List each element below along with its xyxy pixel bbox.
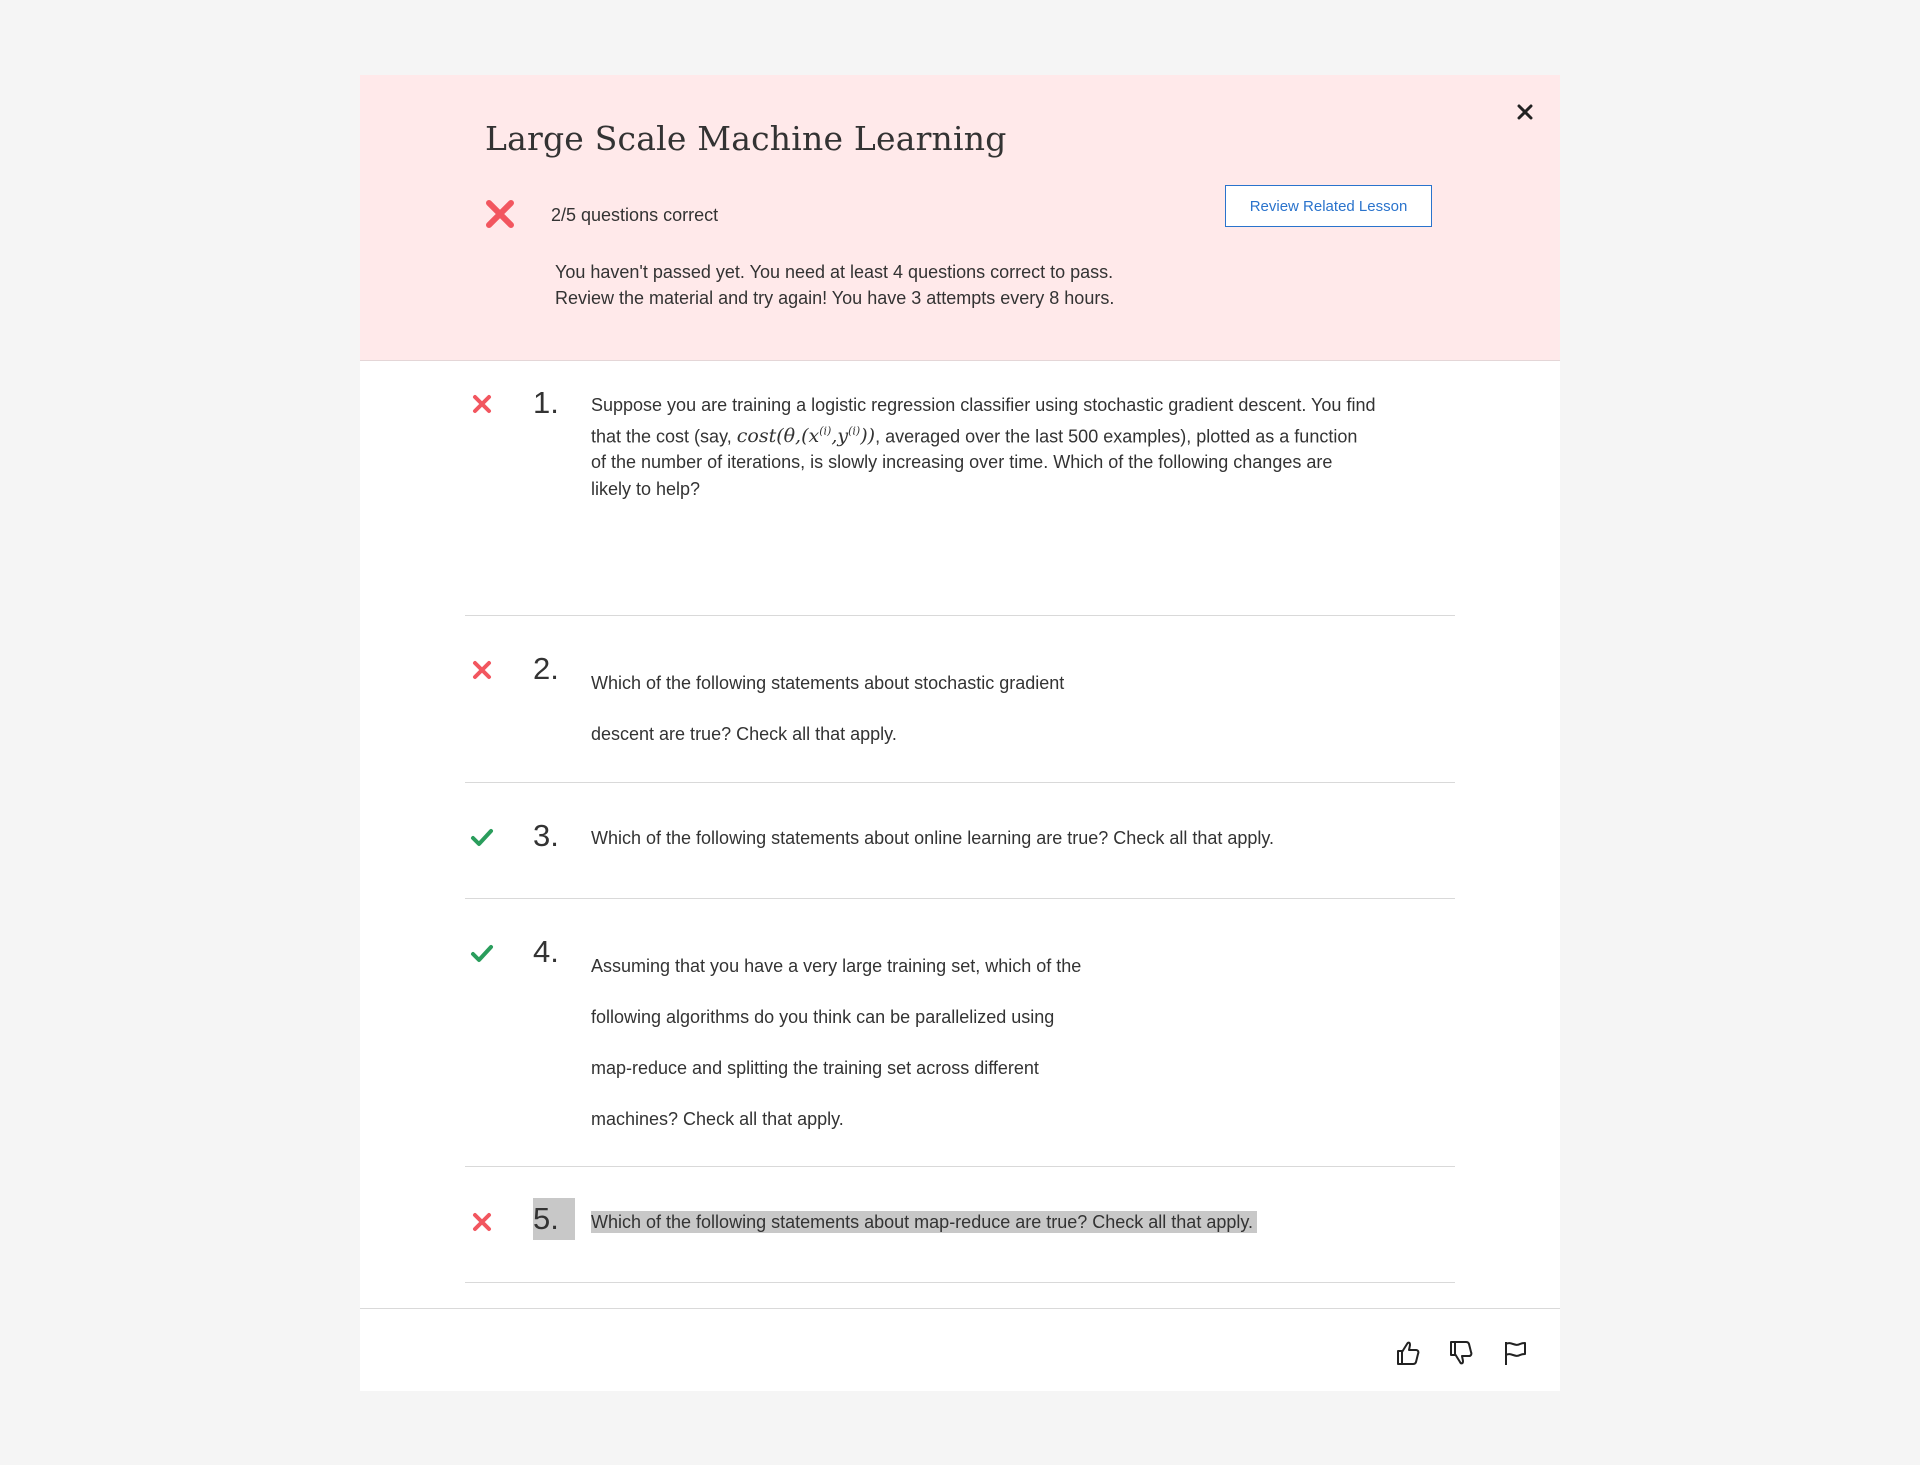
question-text-part: that the cost (say, — [591, 425, 737, 446]
question-text-line: machines? Check all that apply. — [591, 1109, 844, 1129]
question-1[interactable]: 1. Suppose you are training a logistic r… — [465, 360, 1455, 616]
question-text-line: descent are true? Check all that apply. — [591, 724, 897, 744]
question-text-line: map-reduce and splitting the training se… — [591, 1058, 1039, 1078]
question-text-line: Which of the following statements about … — [591, 1209, 1258, 1235]
question-3[interactable]: 3. Which of the following statements abo… — [465, 783, 1455, 899]
question-5[interactable]: 5. Which of the following statements abo… — [465, 1167, 1455, 1283]
page-title: Large Scale Machine Learning — [485, 119, 1007, 158]
question-text: Suppose you are training a logistic regr… — [591, 392, 1375, 502]
close-icon[interactable] — [1514, 101, 1536, 123]
result-header: Large Scale Machine Learning 2/5 questio… — [360, 75, 1560, 361]
question-text: Assuming that you have a very large trai… — [591, 941, 1081, 1145]
flag-icon[interactable] — [1502, 1339, 1528, 1367]
question-number: 3. — [533, 818, 559, 853]
question-text: Which of the following statements about … — [591, 1209, 1258, 1235]
question-text-line: Which of the following statements about … — [591, 673, 1065, 693]
incorrect-icon — [473, 395, 491, 413]
thumbs-down-icon[interactable] — [1448, 1339, 1474, 1367]
thumbs-up-icon[interactable] — [1395, 1339, 1421, 1367]
question-text: Which of the following statements about … — [591, 658, 1064, 760]
incorrect-icon — [486, 200, 514, 228]
result-message-line-2: Review the material and try again! You h… — [555, 288, 1115, 308]
question-text-line: that the cost (say, cost(θ,(x(i),y(i))),… — [591, 419, 1375, 450]
question-text-line: likely to help? — [591, 478, 701, 499]
question-text-line: Suppose you are training a logistic regr… — [591, 395, 1376, 415]
question-text-line: of the number of iterations, is slowly i… — [591, 452, 1333, 473]
review-related-lesson-button[interactable]: Review Related Lesson — [1225, 185, 1432, 227]
quiz-result-modal: Large Scale Machine Learning 2/5 questio… — [360, 75, 1560, 1391]
checkmark-icon — [471, 829, 493, 846]
score-text: 2/5 questions correct — [551, 205, 719, 225]
question-number: 4. — [533, 934, 559, 969]
question-text-line: Assuming that you have a very large trai… — [591, 956, 1082, 976]
question-text-line: Which of the following statements about … — [591, 828, 1275, 848]
incorrect-icon — [473, 1213, 491, 1231]
feedback-bar — [360, 1308, 1560, 1391]
highlighted-question-text: Which of the following statements about … — [591, 1211, 1258, 1233]
question-number: 2. — [533, 651, 559, 686]
result-message-line-1: You haven't passed yet. You need at leas… — [555, 262, 1114, 282]
checkmark-icon — [471, 945, 493, 962]
question-text-part: , averaged over the last 500 examples), … — [875, 425, 1358, 446]
question-text: Which of the following statements about … — [591, 825, 1274, 851]
question-text-line: following algorithms do you think can be… — [591, 1007, 1055, 1027]
question-4[interactable]: 4. Assuming that you have a very large t… — [465, 899, 1455, 1167]
result-message: You haven't passed yet. You need at leas… — [555, 259, 1114, 311]
question-2[interactable]: 2. Which of the following statements abo… — [465, 616, 1455, 783]
question-number: 5. — [533, 1198, 575, 1240]
cost-formula: cost(θ,(x(i),y(i))) — [736, 424, 876, 447]
incorrect-icon — [473, 661, 491, 679]
question-number: 1. — [533, 385, 559, 420]
